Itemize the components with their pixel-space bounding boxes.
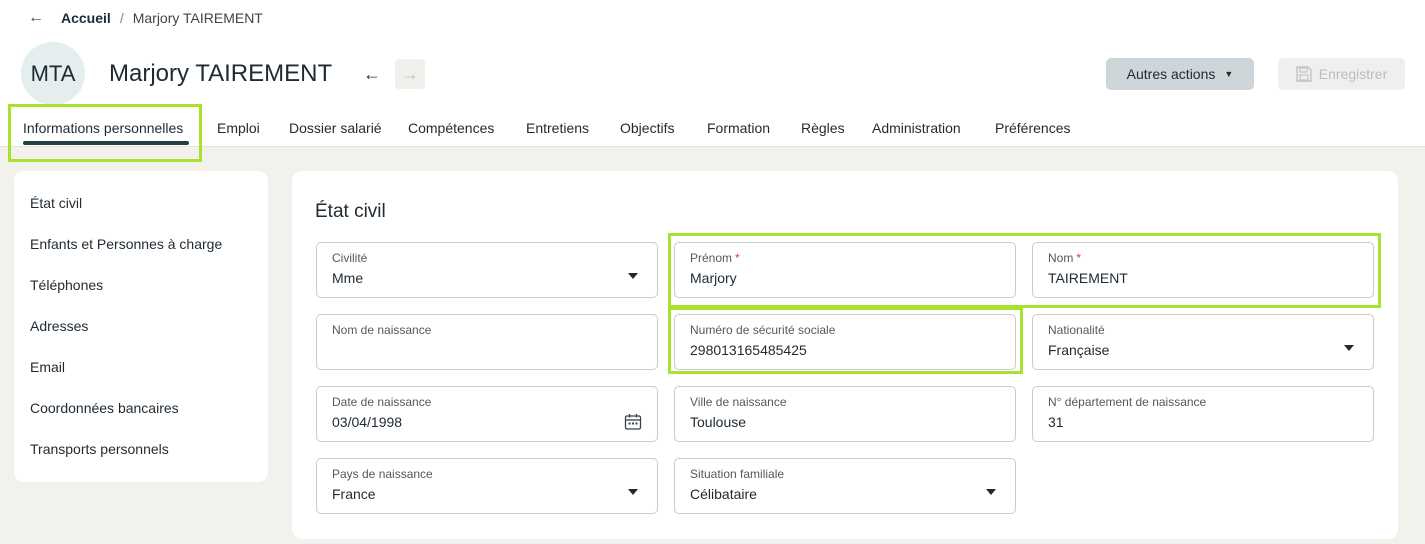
page-title: Marjory TAIREMENT [109,60,333,87]
tab-entretiens[interactable]: Entretiens [526,120,589,136]
date-naissance-label: Date de naissance [332,395,432,409]
civilite-label: Civilité [332,251,368,265]
dropdown-caret-icon [628,489,638,495]
top-header: ← Accueil / Marjory TAIREMENT MTA Marjor… [0,0,1425,147]
previous-employee-button[interactable]: ← [357,59,387,89]
date-naissance-field[interactable]: Date de naissance 03/04/1998 [316,386,658,442]
sidebar-item-enfants[interactable]: Enfants et Personnes à charge [30,236,222,252]
sidebar-item-etat-civil[interactable]: État civil [30,195,82,211]
required-asterisk: * [1076,251,1082,265]
tab-informations-personnelles[interactable]: Informations personnelles [23,120,183,136]
nationalite-select[interactable]: Nationalité Française [1032,314,1374,370]
tab-emploi[interactable]: Emploi [217,120,260,136]
back-arrow-icon[interactable]: ← [28,9,50,27]
departement-naissance-value: 31 [1048,414,1064,430]
dropdown-caret-icon [986,489,996,495]
situation-familiale-label: Situation familiale [690,467,785,481]
caret-down-icon: ▼ [1224,69,1234,79]
dropdown-caret-icon [1344,345,1354,351]
calendar-icon[interactable] [624,413,642,431]
securite-sociale-label: Numéro de sécurité sociale [690,323,836,337]
tab-dossier-salarie[interactable]: Dossier salarié [289,120,382,136]
breadcrumb-home-link[interactable]: Accueil [61,10,111,26]
situation-familiale-select[interactable]: Situation familiale Célibataire [674,458,1016,514]
section-title: État civil [315,201,386,222]
prenom-value: Marjory [690,270,737,286]
tab-objectifs[interactable]: Objectifs [620,120,674,136]
other-actions-button[interactable]: Autres actions ▼ [1106,58,1254,90]
avatar-initials: MTA [30,60,76,86]
sidebar-item-coordonnees-bancaires[interactable]: Coordonnées bancaires [30,400,179,416]
breadcrumb: ← Accueil / Marjory TAIREMENT [28,9,263,27]
situation-familiale-value: Célibataire [690,486,757,502]
tab-formation[interactable]: Formation [707,120,770,136]
civilite-select[interactable]: Civilité Mme [316,242,658,298]
etat-civil-card: État civil Civilité Mme Prénom * Marjory … [292,171,1398,539]
tab-preferences[interactable]: Préférences [995,120,1070,136]
departement-naissance-field[interactable]: N° département de naissance 31 [1032,386,1374,442]
nom-value: TAIREMENT [1048,270,1128,286]
tab-regles[interactable]: Règles [801,120,845,136]
ville-naissance-label: Ville de naissance [690,395,787,409]
sidebar: État civil Enfants et Personnes à charge… [14,171,268,482]
breadcrumb-current: Marjory TAIREMENT [132,10,263,26]
nationalite-label: Nationalité [1048,323,1105,337]
pays-naissance-value: France [332,486,376,502]
save-button[interactable]: Enregistrer [1278,58,1405,90]
civilite-value: Mme [332,270,364,286]
prenom-field[interactable]: Prénom * Marjory [674,242,1016,298]
nom-field[interactable]: Nom * TAIREMENT [1032,242,1374,298]
prenom-label: Prénom [690,251,733,265]
breadcrumb-separator: / [119,10,124,26]
sidebar-item-email[interactable]: Email [30,359,65,375]
sidebar-item-transports[interactable]: Transports personnels [30,441,169,457]
dropdown-caret-icon [628,273,638,279]
next-employee-button[interactable]: → [395,59,425,89]
other-actions-label: Autres actions [1126,66,1216,82]
avatar: MTA [21,42,85,105]
sidebar-item-adresses[interactable]: Adresses [30,318,88,334]
nom-naissance-label: Nom de naissance [332,323,432,337]
tab-administration[interactable]: Administration [872,120,961,136]
ville-naissance-value: Toulouse [690,414,747,430]
date-naissance-value: 03/04/1998 [332,414,403,430]
departement-naissance-label: N° département de naissance [1048,395,1207,409]
pays-naissance-label: Pays de naissance [332,467,433,481]
securite-sociale-field[interactable]: Numéro de sécurité sociale 2980131654854… [674,314,1016,370]
nom-label: Nom [1048,251,1074,265]
tab-competences[interactable]: Compétences [408,120,494,136]
required-asterisk: * [735,251,740,265]
nationalite-value: Française [1048,342,1110,358]
save-label: Enregistrer [1318,66,1388,82]
pays-naissance-select[interactable]: Pays de naissance France [316,458,658,514]
floppy-disk-icon [1296,66,1312,82]
sidebar-item-telephones[interactable]: Téléphones [30,277,103,293]
securite-sociale-value: 298013165485425 [690,342,807,358]
nom-naissance-field[interactable]: Nom de naissance [316,314,658,370]
ville-naissance-field[interactable]: Ville de naissance Toulouse [674,386,1016,442]
active-tab-indicator [23,141,189,145]
